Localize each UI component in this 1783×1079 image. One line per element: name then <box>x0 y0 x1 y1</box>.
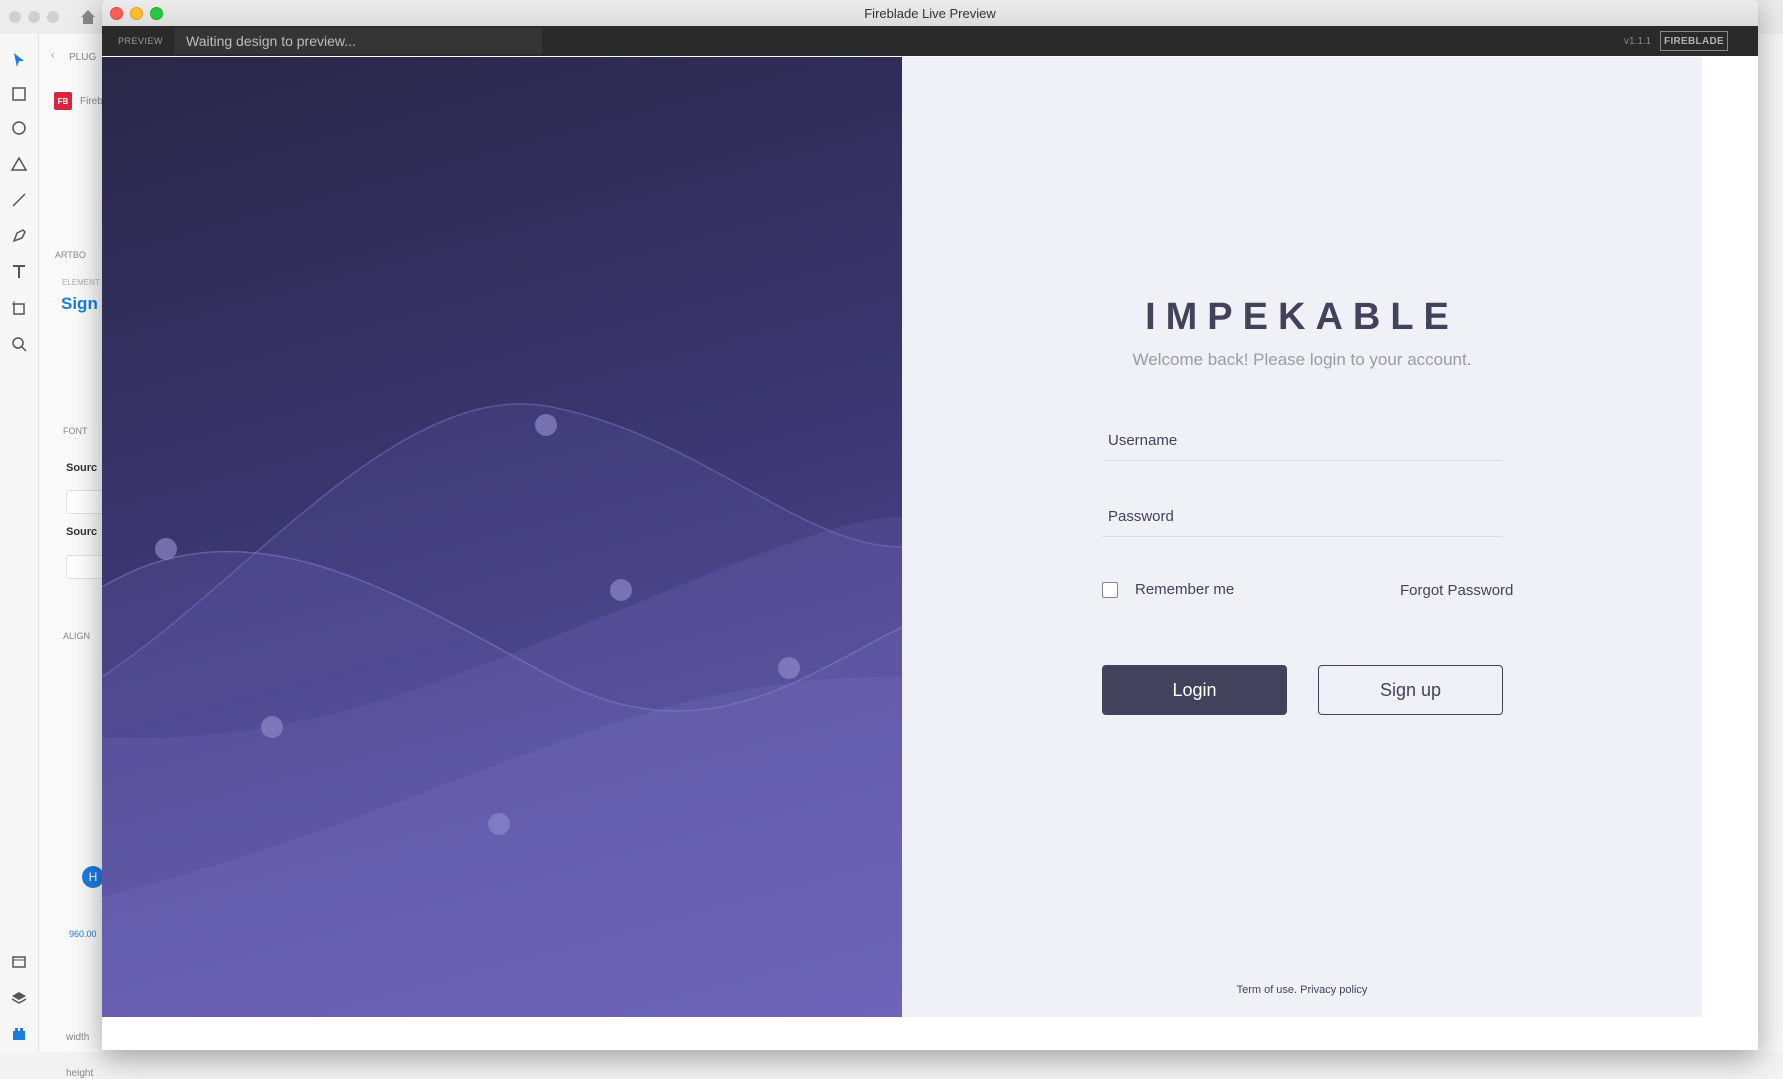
brand-title: IMPEKABLE <box>1145 296 1459 338</box>
element-label: ELEMENT <box>62 278 100 287</box>
zoom-tool-icon[interactable] <box>9 334 29 354</box>
width-label: width <box>66 1032 90 1043</box>
rectangle-tool-icon[interactable] <box>9 84 29 104</box>
source-label-2: Sourc <box>66 526 98 538</box>
align-heading[interactable]: ALIGN <box>63 631 90 641</box>
select-tool-icon[interactable] <box>9 50 29 70</box>
preview-window: Fireblade Live Preview PREVIEW Waiting d… <box>102 0 1758 1050</box>
plugins-heading: PLUG <box>69 52 97 63</box>
preview-status: Waiting design to preview... <box>174 28 542 54</box>
signin-artboard: IMPEKABLE Welcome back! Please login to … <box>102 57 1702 1017</box>
login-button[interactable]: Login <box>1102 665 1287 715</box>
password-input[interactable] <box>1102 496 1502 536</box>
wave-graphic <box>102 403 902 1017</box>
hero-illustration <box>102 57 902 1017</box>
host-close-button[interactable] <box>9 11 21 23</box>
source-label-1: Sourc <box>66 462 98 474</box>
remember-label[interactable]: Remember me <box>1135 581 1234 598</box>
height-value: 960.00 <box>69 929 97 939</box>
plugin-panel: ‹ PLUG FB Fireb ARTBO ELEMENT Sign FONT … <box>39 34 103 1079</box>
footer-links[interactable]: Term of use. Privacy policy <box>902 984 1702 996</box>
plugin-name[interactable]: Fireb <box>80 96 103 107</box>
artboard-tool-icon[interactable] <box>9 298 29 318</box>
host-zoom-button[interactable] <box>47 11 59 23</box>
version-label: v1.1.1 <box>1624 36 1652 47</box>
home-icon[interactable] <box>79 8 97 26</box>
artboard-heading[interactable]: ARTBO <box>55 250 86 260</box>
welcome-subtitle: Welcome back! Please login to your accou… <box>1132 350 1472 369</box>
element-value: Sign <box>61 294 98 313</box>
window-title: Fireblade Live Preview <box>864 6 996 21</box>
remember-checkbox[interactable] <box>1102 581 1118 598</box>
fonts-heading[interactable]: FONT <box>63 426 88 436</box>
preview-tag: PREVIEW <box>118 36 164 46</box>
host-minimize-button[interactable] <box>28 11 40 23</box>
font-source-input-2[interactable] <box>66 555 107 579</box>
pen-tool-icon[interactable] <box>9 226 29 246</box>
window-titlebar: Fireblade Live Preview <box>102 0 1758 27</box>
back-chevron-icon[interactable]: ‹ <box>51 50 54 61</box>
height-label: height <box>66 1068 94 1079</box>
triangle-tool-icon[interactable] <box>9 154 29 174</box>
height-handle[interactable]: H <box>82 866 104 888</box>
host-toolbar <box>0 34 39 1052</box>
font-source-input-1[interactable] <box>66 490 107 514</box>
remember-me[interactable]: Remember me <box>1102 581 1234 598</box>
username-field <box>1102 420 1502 461</box>
assets-icon[interactable] <box>9 952 29 972</box>
right-panel <box>1756 34 1783 1052</box>
fireblade-plugin-icon: FB <box>54 92 72 110</box>
username-input[interactable] <box>1102 420 1502 460</box>
fireblade-logo[interactable]: FIREBLADE <box>1660 31 1728 51</box>
preview-toolbar: PREVIEW Waiting design to preview... v1.… <box>102 26 1758 56</box>
login-pane: IMPEKABLE Welcome back! Please login to … <box>902 57 1702 1017</box>
forgot-password-link[interactable]: Forgot Password <box>1400 582 1513 599</box>
line-tool-icon[interactable] <box>9 190 29 210</box>
ellipse-tool-icon[interactable] <box>9 118 29 138</box>
text-tool-icon[interactable] <box>9 262 29 282</box>
signup-button[interactable]: Sign up <box>1318 665 1503 715</box>
plugins-icon[interactable] <box>9 1024 29 1044</box>
password-field <box>1102 496 1502 537</box>
layers-icon[interactable] <box>9 988 29 1008</box>
